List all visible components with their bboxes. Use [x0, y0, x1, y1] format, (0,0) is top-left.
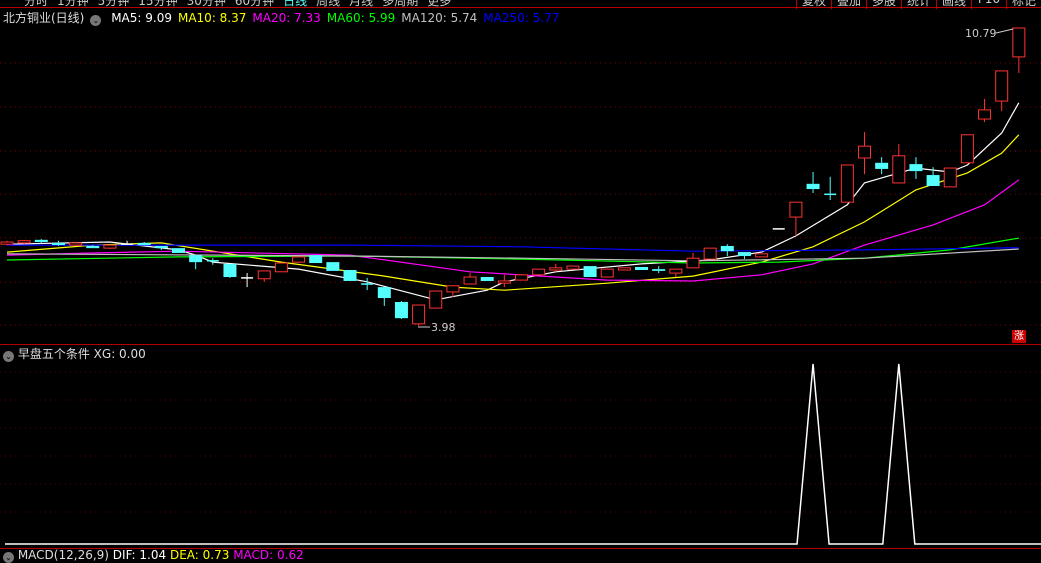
chevron-down-icon[interactable]: ⌄: [3, 351, 14, 362]
candle-up: [257, 270, 271, 280]
candle-down: [154, 245, 168, 249]
ma-line-ma20: [6, 179, 1020, 282]
candle-down: [137, 242, 151, 246]
candle-up: [840, 164, 854, 203]
candle-up: [446, 285, 460, 293]
candle-up: [412, 304, 426, 325]
stock-chart: 10.79 3.98: [0, 27, 1041, 549]
macd-dif: DIF: 1.04: [112, 548, 167, 562]
candle-up: [497, 280, 511, 284]
macd-value: MACD: 0.62: [233, 548, 304, 562]
macd-legend: ⌄ MACD(12,26,9) DIF: 1.04 DEA: 0.73 MACD…: [3, 548, 304, 563]
candle-down: [806, 183, 820, 190]
indicator-legend: ⌄ 早盘五个条件 XG: 0.00: [3, 345, 146, 362]
candle-up: [17, 240, 31, 244]
candle-down: [394, 301, 408, 319]
candle-up: [686, 257, 700, 269]
candle-up: [617, 267, 631, 271]
ma-legend-2: MA20: 7.33: [252, 11, 321, 25]
chevron-down-icon[interactable]: ⌄: [90, 15, 102, 26]
candle-up: [943, 167, 957, 188]
candle-up: [600, 268, 614, 278]
candle-down: [189, 255, 203, 263]
candle-up: [703, 247, 717, 260]
candle-down: [86, 245, 100, 249]
high-price-label: 10.79: [965, 27, 997, 40]
candle-up: [669, 268, 683, 274]
candle-down: [926, 175, 940, 186]
candle-up: [463, 276, 477, 285]
candle-down: [343, 270, 357, 281]
candle-down: [326, 262, 340, 271]
main-legend: 北方铜业(日线) ⌄ MA5: 9.09 MA10: 8.37 MA20: 7.33 M…: [3, 9, 571, 26]
candle-up: [1012, 27, 1026, 58]
candle-down: [34, 239, 48, 243]
candle-up: [429, 290, 443, 309]
candle-down: [875, 162, 889, 169]
ma-legend-0: MA5: 9.09: [111, 11, 172, 25]
candle-up: [858, 145, 871, 159]
candle-down: [583, 266, 597, 278]
high-arrow: [995, 28, 1014, 34]
chart-title: 北方铜业(日线): [3, 11, 85, 25]
candle-down: [480, 277, 494, 281]
zhang-badge[interactable]: 涨: [1012, 330, 1026, 343]
candle-up: [292, 256, 306, 263]
candle-up: [995, 70, 1009, 102]
candle-down: [909, 164, 923, 172]
candle-down: [172, 248, 185, 253]
candle-up: [69, 242, 83, 246]
candle-up: [755, 253, 769, 258]
candle-down: [309, 255, 323, 264]
candle-up: [532, 268, 546, 276]
candle-down: [377, 287, 391, 299]
ma-legend-1: MA10: 8.37: [177, 11, 247, 25]
candle-up: [960, 134, 974, 164]
candle-down: [635, 266, 649, 271]
candle-up: [892, 155, 906, 184]
ma-legend-4: MA120: 5.74: [401, 11, 478, 25]
macd-title: MACD(12,26,9): [17, 548, 109, 562]
candle-down: [652, 269, 666, 271]
candle-up: [789, 201, 803, 218]
low-price-label: 3.98: [431, 321, 456, 334]
ma-line-ma5: [6, 102, 1020, 301]
indicator-value: XG: 0.00: [93, 347, 146, 361]
chevron-down-icon[interactable]: ⌄: [3, 552, 14, 563]
xg-line: [5, 363, 1041, 545]
macd-dea: DEA: 0.73: [169, 548, 230, 562]
candle-down: [223, 263, 237, 278]
indicator-title: 早盘五个条件: [17, 347, 90, 361]
ma-legend-3: MA60: 5.99: [326, 11, 396, 25]
candle-up: [978, 109, 992, 120]
ma-line-ma60: [6, 237, 1019, 264]
ma-legend-5: MA250: 5.77: [483, 11, 560, 25]
candle-up: [549, 267, 563, 271]
candle-down: [51, 242, 65, 246]
candle-down: [720, 245, 734, 252]
candle-up: [515, 274, 528, 281]
candle-up: [274, 262, 288, 273]
candle-up: [103, 244, 117, 249]
candle-up: [566, 265, 580, 270]
candle-down: [737, 252, 751, 257]
candle-up: [0, 241, 14, 245]
